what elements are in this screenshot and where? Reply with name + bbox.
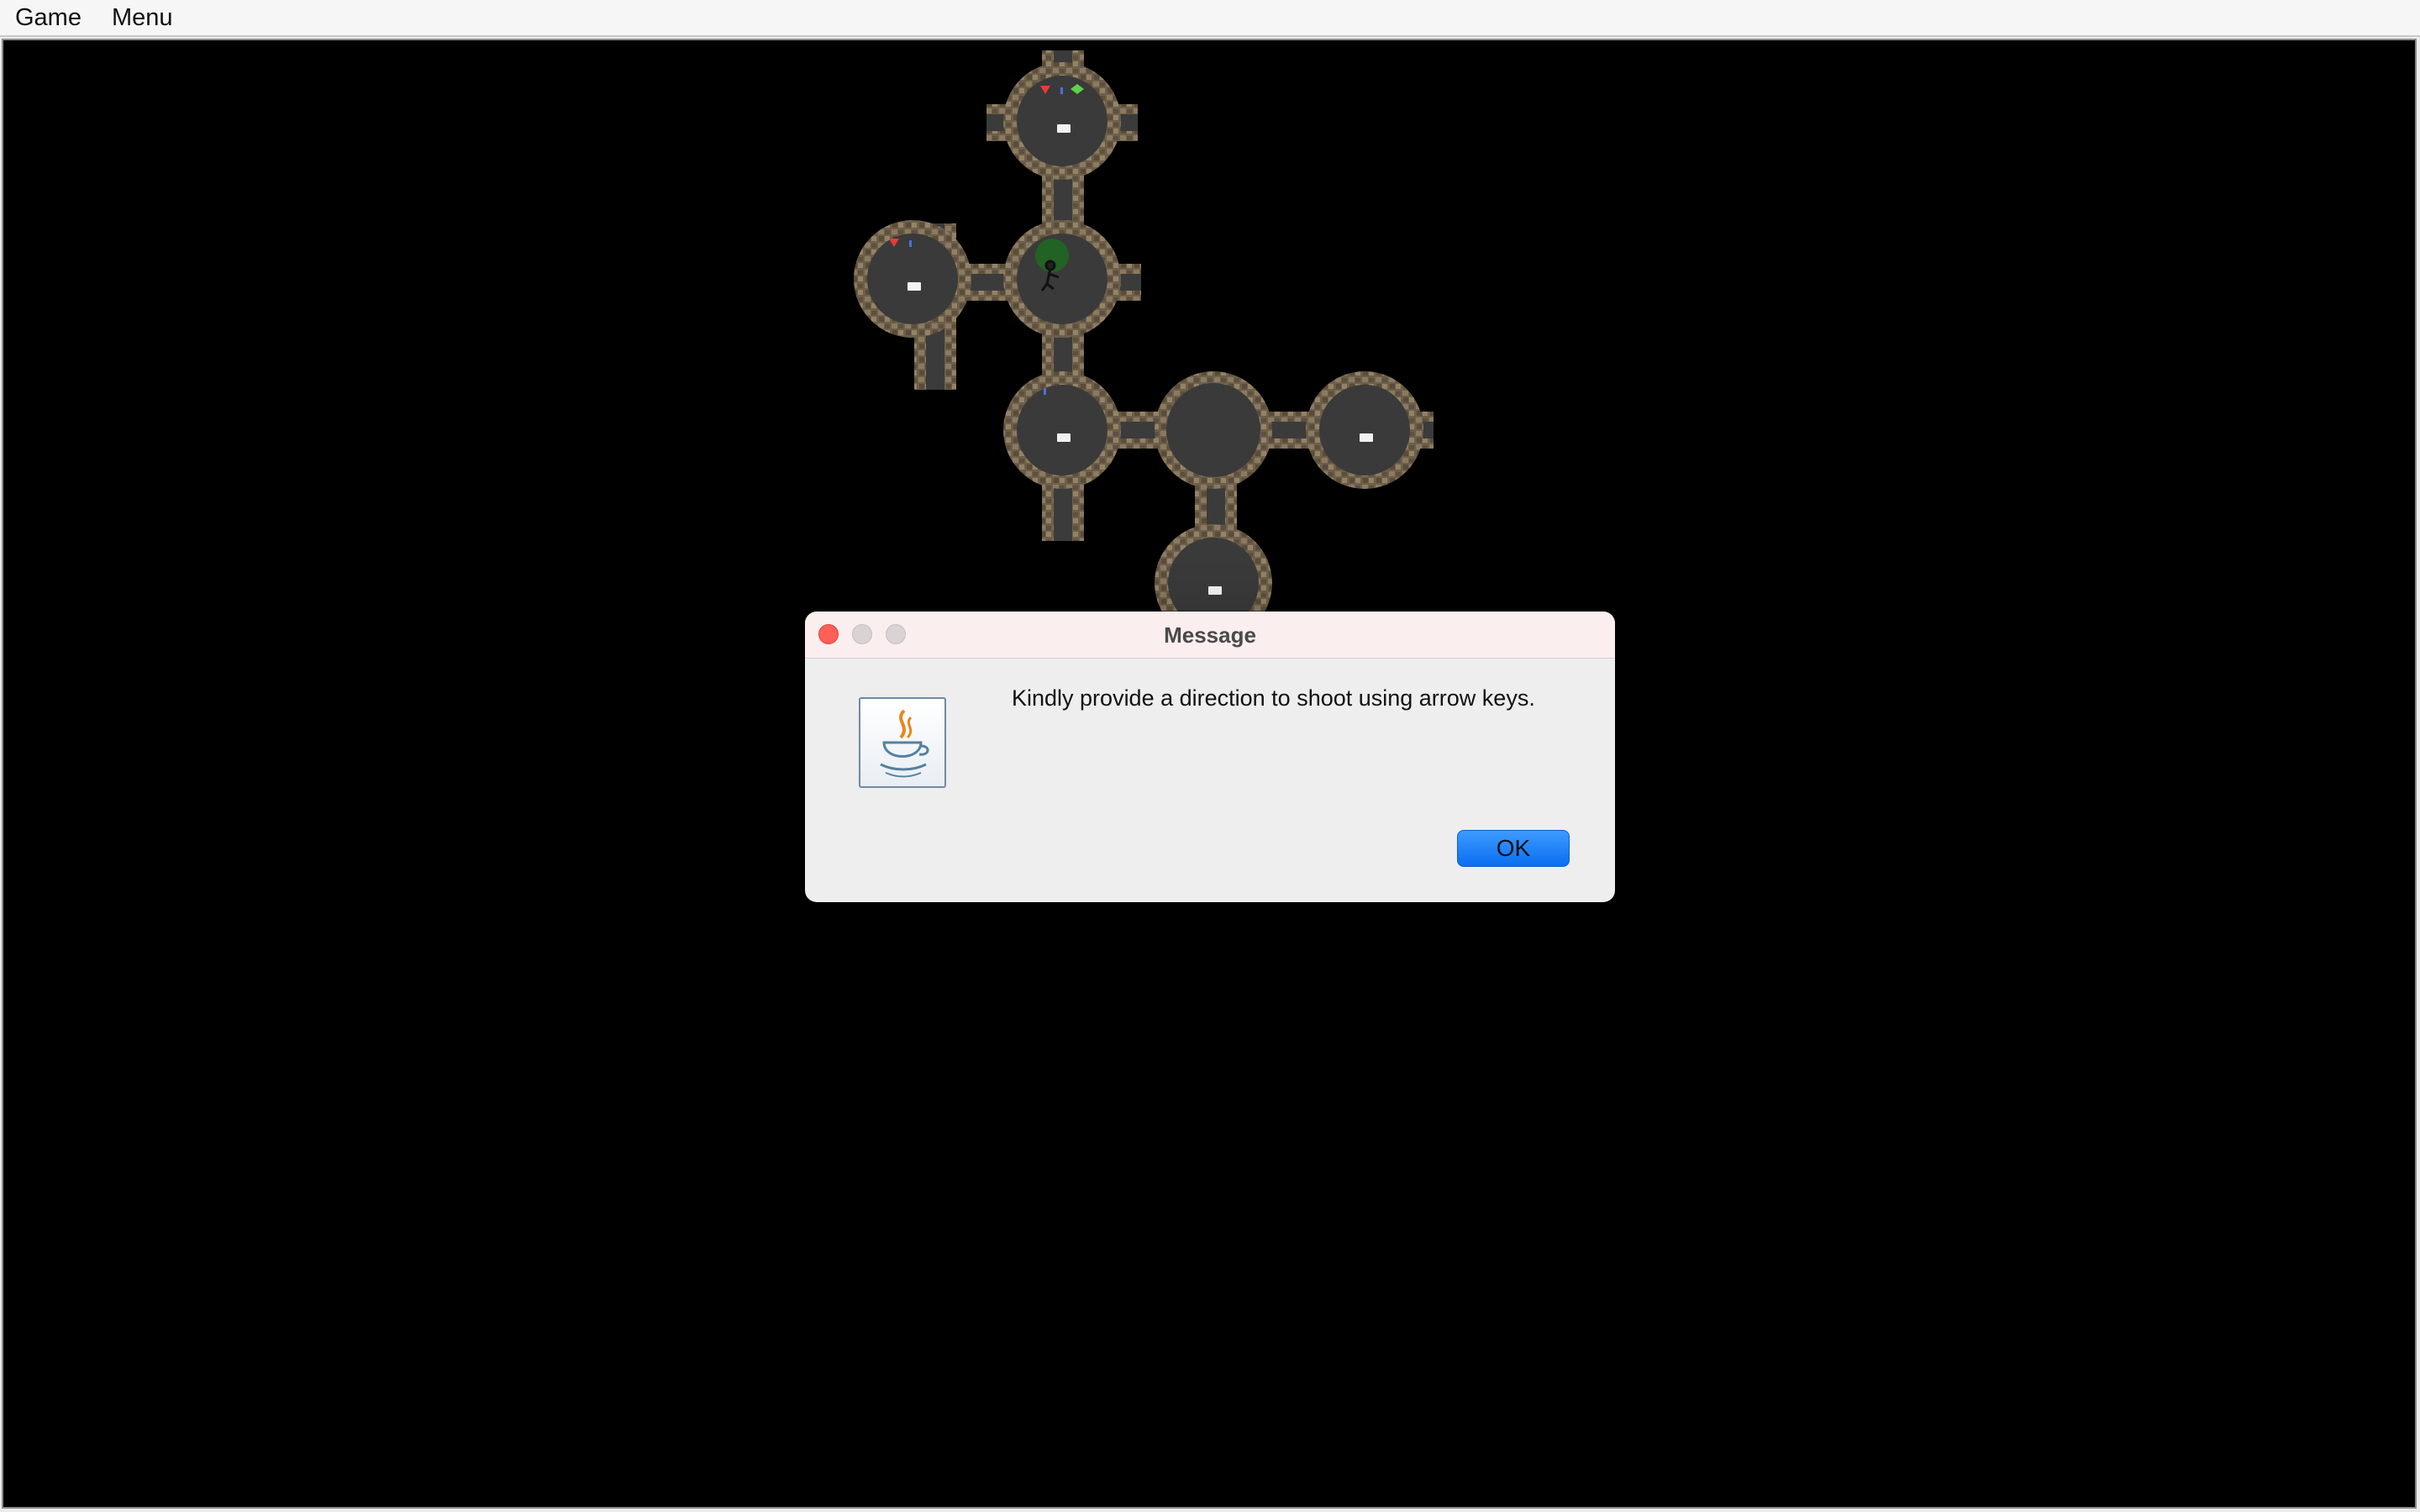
bed-icons xyxy=(908,124,1373,595)
dialog-message: Kindly provide a direction to shoot usin… xyxy=(1012,685,1535,711)
menu-game[interactable]: Game xyxy=(0,0,97,36)
java-coffee-cup-icon xyxy=(859,697,946,788)
message-dialog: Message Kindly provide a direction to sh… xyxy=(805,612,1615,902)
menu-bar: Game Menu xyxy=(0,0,2420,37)
dialog-titlebar[interactable]: Message xyxy=(805,612,1615,659)
ok-button[interactable]: OK xyxy=(1457,830,1570,867)
menu-menu[interactable]: Menu xyxy=(97,0,188,36)
corridor-walls xyxy=(894,50,1434,583)
dialog-title: Message xyxy=(1164,622,1256,648)
corridor-floors xyxy=(894,50,1434,583)
